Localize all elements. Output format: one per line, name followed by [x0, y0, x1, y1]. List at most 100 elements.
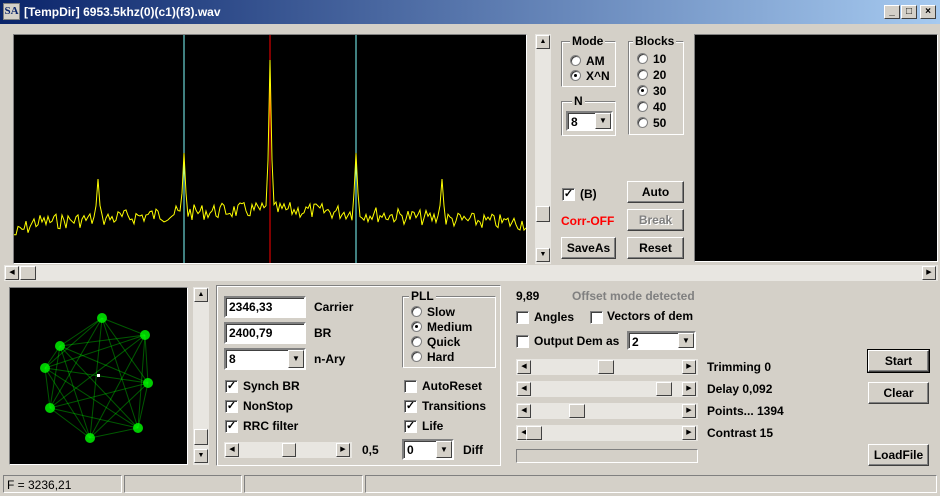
b-checkbox[interactable]: ✓: [562, 188, 575, 201]
minimize-button[interactable]: _: [884, 5, 900, 19]
br-label: BR: [314, 326, 332, 340]
slider-thumb[interactable]: [526, 426, 542, 440]
life-checkbox[interactable]: ✓: [404, 420, 417, 433]
constellation-plot: [40, 313, 153, 443]
nary-select[interactable]: 8 ▼: [224, 348, 306, 370]
loadfile-button[interactable]: LoadFile: [868, 444, 929, 466]
blocks-option-30[interactable]: 30: [637, 84, 697, 98]
scroll-right-arrow-icon[interactable]: ▶: [682, 426, 696, 440]
window-title: [TempDir] 6953.5khz(0)(c1)(f3).wav: [24, 5, 221, 19]
radio-button[interactable]: [637, 85, 648, 96]
scroll-right-arrow-icon[interactable]: ▶: [682, 382, 696, 396]
hscroll-thumb[interactable]: [20, 266, 36, 280]
blocks-option-40[interactable]: 40: [637, 100, 697, 114]
chevron-down-icon[interactable]: ▼: [288, 350, 304, 368]
nary-label: n-Ary: [314, 352, 346, 366]
radio-button[interactable]: [637, 69, 648, 80]
scroll-up-arrow-icon[interactable]: ▲: [194, 288, 208, 302]
slider-2[interactable]: ◀ ▶: [516, 403, 698, 419]
scroll-down-arrow-icon[interactable]: ▼: [194, 449, 208, 463]
mode-option-xn[interactable]: X^N: [570, 69, 615, 83]
transitions-checkbox[interactable]: ✓: [404, 400, 417, 413]
radio-button[interactable]: [637, 117, 648, 128]
scroll-left-arrow-icon[interactable]: ◀: [225, 443, 239, 457]
scroll-thumb[interactable]: [194, 429, 208, 445]
spectrum-vscroll[interactable]: ▲ ▼: [535, 34, 551, 264]
mode-option-am[interactable]: AM: [570, 54, 615, 68]
reset-button[interactable]: Reset: [627, 237, 684, 259]
slider-1[interactable]: ◀ ▶: [516, 381, 698, 397]
radio-xn[interactable]: [570, 70, 581, 81]
constellation-trace: [59, 345, 139, 429]
scroll-left-arrow-icon[interactable]: ◀: [517, 382, 531, 396]
blocks-option-10[interactable]: 10: [637, 52, 697, 66]
auto-button[interactable]: Auto: [627, 181, 684, 203]
vectors-checkbox[interactable]: [590, 311, 603, 324]
slider-3[interactable]: ◀ ▶: [516, 425, 698, 441]
scroll-right-arrow-icon[interactable]: ▶: [682, 404, 696, 418]
n-select[interactable]: 8 ▼: [566, 111, 613, 131]
scroll-left-arrow-icon[interactable]: ◀: [517, 404, 531, 418]
title-bar[interactable]: SA [TempDir] 6953.5khz(0)(c1)(f3).wav _ …: [0, 0, 940, 24]
chevron-down-icon[interactable]: ▼: [436, 441, 452, 458]
br-field[interactable]: 2400,79: [224, 322, 306, 344]
output-select[interactable]: 2 ▼: [627, 331, 696, 350]
scroll-down-arrow-icon[interactable]: ▼: [536, 248, 550, 262]
phase-slider[interactable]: ◀ ▶: [224, 442, 352, 458]
constellation-trace: [89, 427, 139, 439]
value-readout: 9,89: [516, 289, 540, 303]
scroll-right-arrow-icon[interactable]: ▶: [922, 266, 936, 280]
carrier-field[interactable]: 2346,33: [224, 296, 306, 318]
nonstop-checkbox[interactable]: ✓: [225, 400, 238, 413]
slider-thumb[interactable]: [598, 360, 614, 374]
blocks-option-50[interactable]: 50: [637, 116, 697, 130]
start-button[interactable]: Start: [867, 349, 930, 373]
chevron-down-icon[interactable]: ▼: [595, 113, 611, 129]
slider-thumb[interactable]: [569, 404, 585, 418]
scroll-thumb[interactable]: [536, 206, 550, 222]
pll-option-medium[interactable]: Medium: [411, 320, 472, 334]
chevron-down-icon[interactable]: ▼: [678, 333, 694, 348]
radio-button[interactable]: [411, 336, 422, 347]
radio-label: 20: [653, 68, 667, 82]
diff-select[interactable]: 0 ▼: [402, 439, 454, 460]
maximize-button[interactable]: □: [901, 5, 917, 19]
scroll-left-arrow-icon[interactable]: ◀: [5, 266, 19, 280]
pll-option-slow[interactable]: Slow: [411, 305, 471, 319]
synch-br-checkbox[interactable]: ✓: [225, 380, 238, 393]
n-title: N: [572, 94, 585, 108]
radio-button[interactable]: [411, 306, 422, 317]
pll-option-quick[interactable]: Quick: [411, 335, 471, 349]
rrc-filter-checkbox[interactable]: ✓: [225, 420, 238, 433]
output-dem-checkbox[interactable]: [516, 335, 529, 348]
radio-button[interactable]: [411, 321, 422, 332]
blocks-option-20[interactable]: 20: [637, 68, 697, 82]
slider-thumb[interactable]: [282, 443, 296, 457]
radio-button[interactable]: [637, 53, 648, 64]
pll-title: PLL: [409, 289, 436, 303]
autoreset-checkbox[interactable]: [404, 380, 417, 393]
spectrum-display[interactable]: [13, 34, 527, 264]
angles-checkbox[interactable]: [516, 311, 529, 324]
scroll-up-arrow-icon[interactable]: ▲: [536, 35, 550, 49]
close-button[interactable]: ×: [920, 5, 936, 19]
constellation-vscroll[interactable]: ▲ ▼: [193, 287, 209, 465]
scroll-right-arrow-icon[interactable]: ▶: [336, 443, 350, 457]
app-icon: SA: [3, 3, 20, 20]
vectors-label: Vectors of dem: [607, 309, 694, 323]
constellation-point: [45, 403, 55, 413]
slider-0[interactable]: ◀ ▶: [516, 359, 698, 375]
pll-option-hard[interactable]: Hard: [411, 350, 471, 364]
saveas-button[interactable]: SaveAs: [561, 237, 616, 259]
break-button[interactable]: Break: [627, 209, 684, 231]
scroll-left-arrow-icon[interactable]: ◀: [517, 360, 531, 374]
slider-thumb[interactable]: [656, 382, 672, 396]
nonstop-label: NonStop: [243, 399, 293, 413]
scroll-right-arrow-icon[interactable]: ▶: [682, 360, 696, 374]
spectrum-hscroll[interactable]: ◀ ▶: [4, 265, 938, 281]
clear-button[interactable]: Clear: [868, 382, 929, 404]
radio-am[interactable]: [570, 55, 581, 66]
radio-button[interactable]: [637, 101, 648, 112]
radio-button[interactable]: [411, 351, 422, 362]
aux-display: [694, 34, 938, 262]
